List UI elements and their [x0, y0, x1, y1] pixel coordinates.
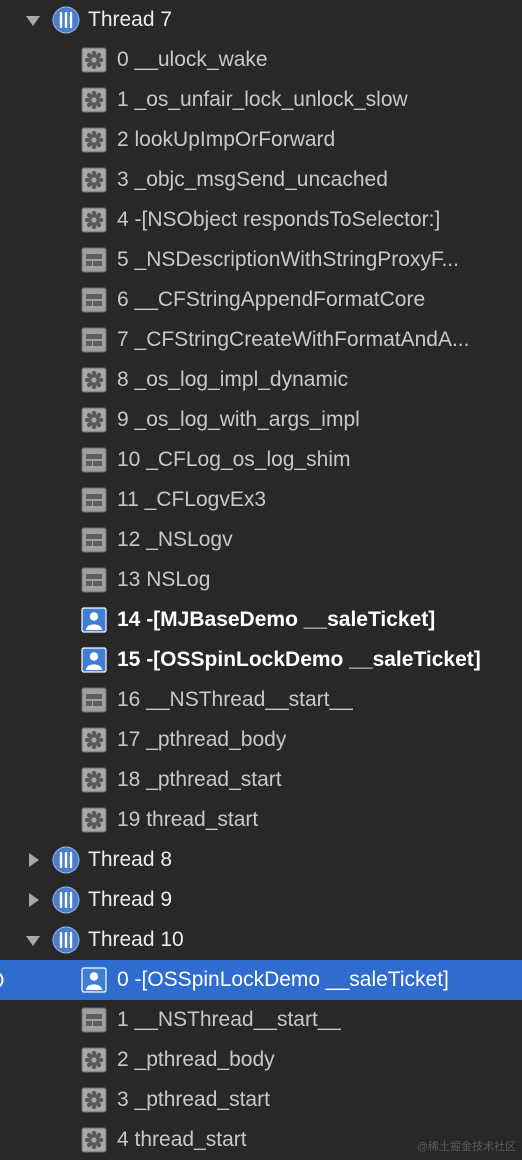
stack-frame-row[interactable]: 1 __NSThread__start__ — [0, 1000, 522, 1040]
stack-frame-label: 14 -[MJBaseDemo __saleTicket] — [117, 608, 436, 631]
framework-icon — [81, 287, 107, 313]
stack-frame-row[interactable]: 16 __NSThread__start__ — [0, 680, 522, 720]
stack-frame-row[interactable]: 17 _pthread_body — [0, 720, 522, 760]
stack-frame-label: 0 -[OSSpinLockDemo __saleTicket] — [117, 968, 449, 991]
thread-row[interactable]: Thread 10 — [0, 920, 522, 960]
thread-icon — [52, 926, 80, 954]
gear-icon — [81, 367, 107, 393]
stack-frame-row[interactable]: 7 _CFStringCreateWithFormatAndA... — [0, 320, 522, 360]
gear-icon — [81, 167, 107, 193]
gear-icon — [81, 1087, 107, 1113]
stack-frame-label: 4 thread_start — [117, 1128, 247, 1151]
stack-frame-row[interactable]: 4 -[NSObject respondsToSelector:] — [0, 200, 522, 240]
framework-icon — [81, 687, 107, 713]
stack-frame-row[interactable]: 13 NSLog — [0, 560, 522, 600]
stack-frame-row[interactable]: 3 _objc_msgSend_uncached — [0, 160, 522, 200]
gear-icon — [81, 127, 107, 153]
thread-icon — [52, 6, 80, 34]
thread-label: Thread 10 — [88, 928, 184, 951]
current-frame-marker-icon — [0, 972, 6, 988]
stack-frame-label: 8 _os_log_impl_dynamic — [117, 368, 349, 391]
stack-frame-row[interactable]: 11 _CFLogvEx3 — [0, 480, 522, 520]
gear-icon — [81, 1047, 107, 1073]
stack-frame-label: 16 __NSThread__start__ — [117, 688, 353, 711]
gear-icon — [81, 767, 107, 793]
framework-icon — [81, 247, 107, 273]
stack-frame-label: 1 _os_unfair_lock_unlock_slow — [117, 88, 408, 111]
user-code-icon — [81, 967, 107, 993]
stack-frame-row[interactable]: 6 __CFStringAppendFormatCore — [0, 280, 522, 320]
stack-frame-row[interactable]: 12 _NSLogv — [0, 520, 522, 560]
stack-frame-row[interactable]: 15 -[OSSpinLockDemo __saleTicket] — [0, 640, 522, 680]
stack-frame-label: 9 _os_log_with_args_impl — [117, 408, 360, 431]
stack-frame-label: 15 -[OSSpinLockDemo __saleTicket] — [117, 648, 481, 671]
stack-frame-row[interactable]: 8 _os_log_impl_dynamic — [0, 360, 522, 400]
user-code-icon — [81, 607, 107, 633]
stack-frame-label: 2 _pthread_body — [117, 1048, 275, 1071]
stack-frame-label: 5 _NSDescriptionWithStringProxyF... — [117, 248, 459, 271]
stack-frame-row[interactable]: 9 _os_log_with_args_impl — [0, 400, 522, 440]
stack-frame-row[interactable]: 19 thread_start — [0, 800, 522, 840]
framework-icon — [81, 327, 107, 353]
stack-frame-label: 12 _NSLogv — [117, 528, 233, 551]
stack-frame-label: 2 lookUpImpOrForward — [117, 128, 336, 151]
stack-frame-label: 18 _pthread_start — [117, 768, 282, 791]
stack-frame-label: 7 _CFStringCreateWithFormatAndA... — [117, 328, 470, 351]
watermark: @稀土掘金技术社区 — [416, 1141, 516, 1153]
stack-frame-row[interactable]: 2 _pthread_body — [0, 1040, 522, 1080]
gear-icon — [81, 1127, 107, 1153]
gear-icon — [81, 47, 107, 73]
disclosure-triangle-expanded-icon[interactable] — [25, 12, 41, 28]
framework-icon — [81, 487, 107, 513]
disclosure-triangle-collapsed-icon[interactable] — [25, 852, 41, 868]
thread-label: Thread 8 — [88, 848, 173, 871]
thread-label: Thread 9 — [88, 888, 173, 911]
disclosure-triangle-collapsed-icon[interactable] — [25, 892, 41, 908]
stack-frame-row[interactable]: 0 __ulock_wake — [0, 40, 522, 80]
thread-icon — [52, 886, 80, 914]
framework-icon — [81, 1007, 107, 1033]
stack-frame-label: 11 _CFLogvEx3 — [117, 488, 267, 511]
stack-frame-row[interactable]: 5 _NSDescriptionWithStringProxyF... — [0, 240, 522, 280]
stack-frame-label: 0 __ulock_wake — [117, 48, 268, 71]
stack-frame-row[interactable]: 1 _os_unfair_lock_unlock_slow — [0, 80, 522, 120]
gear-icon — [81, 207, 107, 233]
framework-icon — [81, 447, 107, 473]
stack-frame-label: 3 _pthread_start — [117, 1088, 270, 1111]
gear-icon — [81, 727, 107, 753]
thread-icon — [52, 846, 80, 874]
stack-frame-row[interactable]: 14 -[MJBaseDemo __saleTicket] — [0, 600, 522, 640]
stack-frame-label: 3 _objc_msgSend_uncached — [117, 168, 388, 191]
thread-row[interactable]: Thread 8 — [0, 840, 522, 880]
stack-frame-row[interactable]: 3 _pthread_start — [0, 1080, 522, 1120]
stack-frame-row[interactable]: 10 _CFLog_os_log_shim — [0, 440, 522, 480]
user-code-icon — [81, 647, 107, 673]
thread-row[interactable]: Thread 7 — [0, 0, 522, 40]
gear-icon — [81, 807, 107, 833]
stack-frame-row[interactable]: 18 _pthread_start — [0, 760, 522, 800]
stack-frame-label: 1 __NSThread__start__ — [117, 1008, 342, 1031]
stack-frame-label: 6 __CFStringAppendFormatCore — [117, 288, 426, 311]
disclosure-triangle-expanded-icon[interactable] — [25, 932, 41, 948]
gear-icon — [81, 407, 107, 433]
stack-frame-label: 13 NSLog — [117, 568, 211, 591]
stack-frame-label: 10 _CFLog_os_log_shim — [117, 448, 351, 471]
thread-label: Thread 7 — [88, 8, 173, 31]
stack-frame-label: 4 -[NSObject respondsToSelector:] — [117, 208, 441, 231]
gear-icon — [81, 87, 107, 113]
framework-icon — [81, 527, 107, 553]
thread-row[interactable]: Thread 9 — [0, 880, 522, 920]
stack-frame-row-selected[interactable]: 0 -[OSSpinLockDemo __saleTicket] — [0, 960, 522, 1000]
stack-frame-row[interactable]: 2 lookUpImpOrForward — [0, 120, 522, 160]
stack-frame-label: 17 _pthread_body — [117, 728, 287, 751]
framework-icon — [81, 567, 107, 593]
stack-frame-label: 19 thread_start — [117, 808, 259, 831]
